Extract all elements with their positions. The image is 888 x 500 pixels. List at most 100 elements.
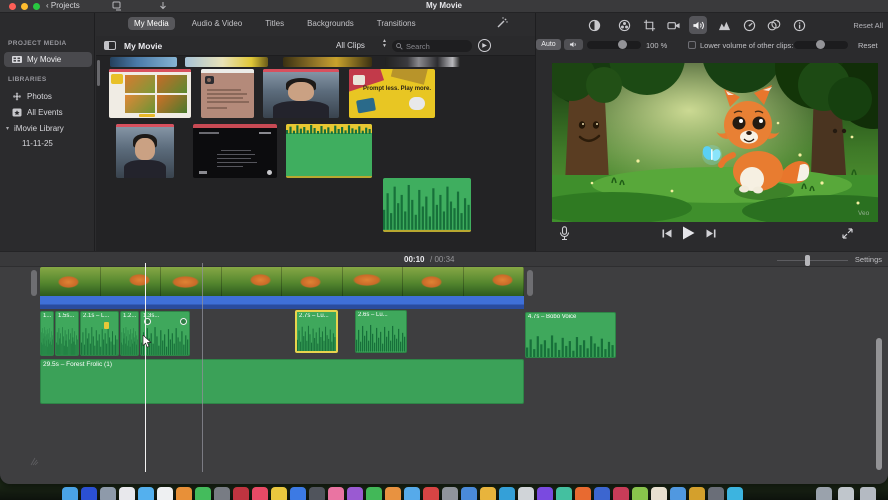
thumbnail-fox-collage[interactable] [109,69,191,118]
speed-icon[interactable] [740,16,758,34]
dock-app-icon[interactable] [480,487,496,500]
dock-app-icon[interactable] [670,487,686,500]
clip-left-handle[interactable] [31,270,37,296]
dock-app-icon[interactable] [290,487,306,500]
dock-app-icon[interactable] [499,487,515,500]
audio-clip-1[interactable]: 1... [40,311,54,356]
audio-clip-bobo-voice[interactable]: 4.7s – Bobo Voice [525,312,616,358]
sidebar-item-all-events[interactable]: All Events [4,105,92,120]
dock-app-icon[interactable] [157,487,173,500]
color-correction-icon[interactable] [615,16,633,34]
clip-volume-knob[interactable] [618,39,627,49]
trash-icon[interactable] [860,487,876,500]
play-button[interactable] [682,226,695,240]
auto-volume-button[interactable]: Auto [536,39,561,50]
dock-app-icon[interactable] [461,487,477,500]
dock-downloads-icon[interactable] [838,487,854,500]
clip-info-icon[interactable] [790,16,808,34]
timeline-zoom-slider[interactable] [777,255,848,266]
chevron-down-icon[interactable]: ▾ [6,125,9,132]
dock-app-icon[interactable] [100,487,116,500]
dock-app-icon[interactable] [727,487,743,500]
reset-button[interactable]: Reset [858,41,878,50]
audio-clip-7[interactable]: 2.6s – Lu... [355,310,407,353]
audio-clip-3[interactable]: 2.1s – L... [80,311,119,356]
fade-handle-right[interactable] [180,318,187,325]
timeline-zoom-knob[interactable] [805,255,810,266]
tab-backgrounds[interactable]: Backgrounds [301,17,360,30]
dock-app-icon[interactable] [271,487,287,500]
thumbnail-terminal[interactable] [193,124,277,178]
music-clip-forest-frolic[interactable]: 29.5s – Forest Frolic (1) [40,359,524,404]
clip-filter-dropdown[interactable]: All Clips [336,41,365,50]
sidebar-item-imovie-library[interactable]: ▾ iMovie Library [4,121,92,136]
dock-app-icon[interactable] [62,487,78,500]
sidebar-item-photos[interactable]: Photos [4,89,92,104]
dock-app-icon[interactable] [214,487,230,500]
lower-volume-knob[interactable] [816,39,825,49]
playhead[interactable] [145,263,146,472]
thumbnail-strip-dark[interactable] [385,57,460,67]
noise-reduction-icon[interactable] [715,16,733,34]
lower-volume-slider[interactable] [794,39,848,49]
volume-tool-icon[interactable] [689,16,707,34]
dock-app-icon[interactable] [518,487,534,500]
fullscreen-icon[interactable] [842,228,853,239]
audio-clip-4[interactable]: 1.2... [120,311,139,356]
dock-app-icon[interactable] [328,487,344,500]
thumbnail-strip-gold[interactable] [283,57,372,67]
dock-app-icon[interactable] [385,487,401,500]
tab-transitions[interactable]: Transitions [371,17,422,30]
thumbnail-presenter-2[interactable] [116,124,174,178]
audio-clip-5[interactable]: 1.3s... [140,311,190,356]
clip-effects-icon[interactable] [765,16,783,34]
dock-app-icon[interactable] [613,487,629,500]
dock-app-icon[interactable] [366,487,382,500]
clip-volume-slider[interactable] [587,39,641,49]
browser-scrollbar[interactable] [97,60,100,86]
video-clip-filmstrip[interactable] [40,267,524,296]
sidebar-item-library-date[interactable]: 11-11-25 [4,136,92,151]
dock-app-icon[interactable] [537,487,553,500]
sidebar-item-my-movie[interactable]: My Movie [4,52,92,67]
enhance-wand-icon[interactable] [495,16,509,30]
lower-volume-checkbox[interactable] [688,41,696,49]
dock-app-icon[interactable] [347,487,363,500]
dock-app-icon[interactable] [404,487,420,500]
crop-icon[interactable] [640,16,658,34]
dock-app-icon[interactable] [556,487,572,500]
thumbnail-presenter-1[interactable] [263,69,339,118]
clip-right-handle[interactable] [527,270,533,296]
timeline-settings-button[interactable]: Settings [855,255,882,264]
dock-app-icon[interactable] [442,487,458,500]
dock-app-icon[interactable] [176,487,192,500]
color-balance-icon[interactable] [585,16,603,34]
dock-app-icon[interactable] [309,487,325,500]
thumbnail-promo[interactable]: Prompt less. Play more. [349,69,435,118]
audio-clip-6-selected[interactable]: 2.7s – Lu... [295,310,338,353]
dock-app-icon[interactable] [81,487,97,500]
dock-app-icon[interactable] [708,487,724,500]
dock-app-icon[interactable] [689,487,705,500]
thumbnail-audio-1[interactable] [286,124,372,178]
dock-app-icon[interactable] [651,487,667,500]
dock-app-icon[interactable] [575,487,591,500]
next-frame-button[interactable] [706,229,716,238]
voiceover-mic-icon[interactable] [559,226,570,241]
thumbnail-strip-yellow[interactable] [185,57,268,67]
reset-all-button[interactable]: Reset All [853,21,883,30]
video-clip-audio-track[interactable] [40,296,524,309]
tab-titles[interactable]: Titles [259,17,290,30]
dock-app-icon[interactable] [594,487,610,500]
previous-frame-button[interactable] [662,229,672,238]
autoplay-button[interactable]: ▶ [478,39,491,52]
mute-button[interactable] [564,39,583,50]
tab-audio-video[interactable]: Audio & Video [186,17,249,30]
dock-app-icon[interactable] [195,487,211,500]
sidebar-toggle-icon[interactable] [104,41,116,50]
search-field[interactable]: Search [392,40,472,52]
audio-clip-2[interactable]: 1.5s... [55,311,79,356]
dock-app-icon[interactable] [233,487,249,500]
thumbnail-audio-2[interactable] [383,178,471,232]
dock-app-icon[interactable] [119,487,135,500]
